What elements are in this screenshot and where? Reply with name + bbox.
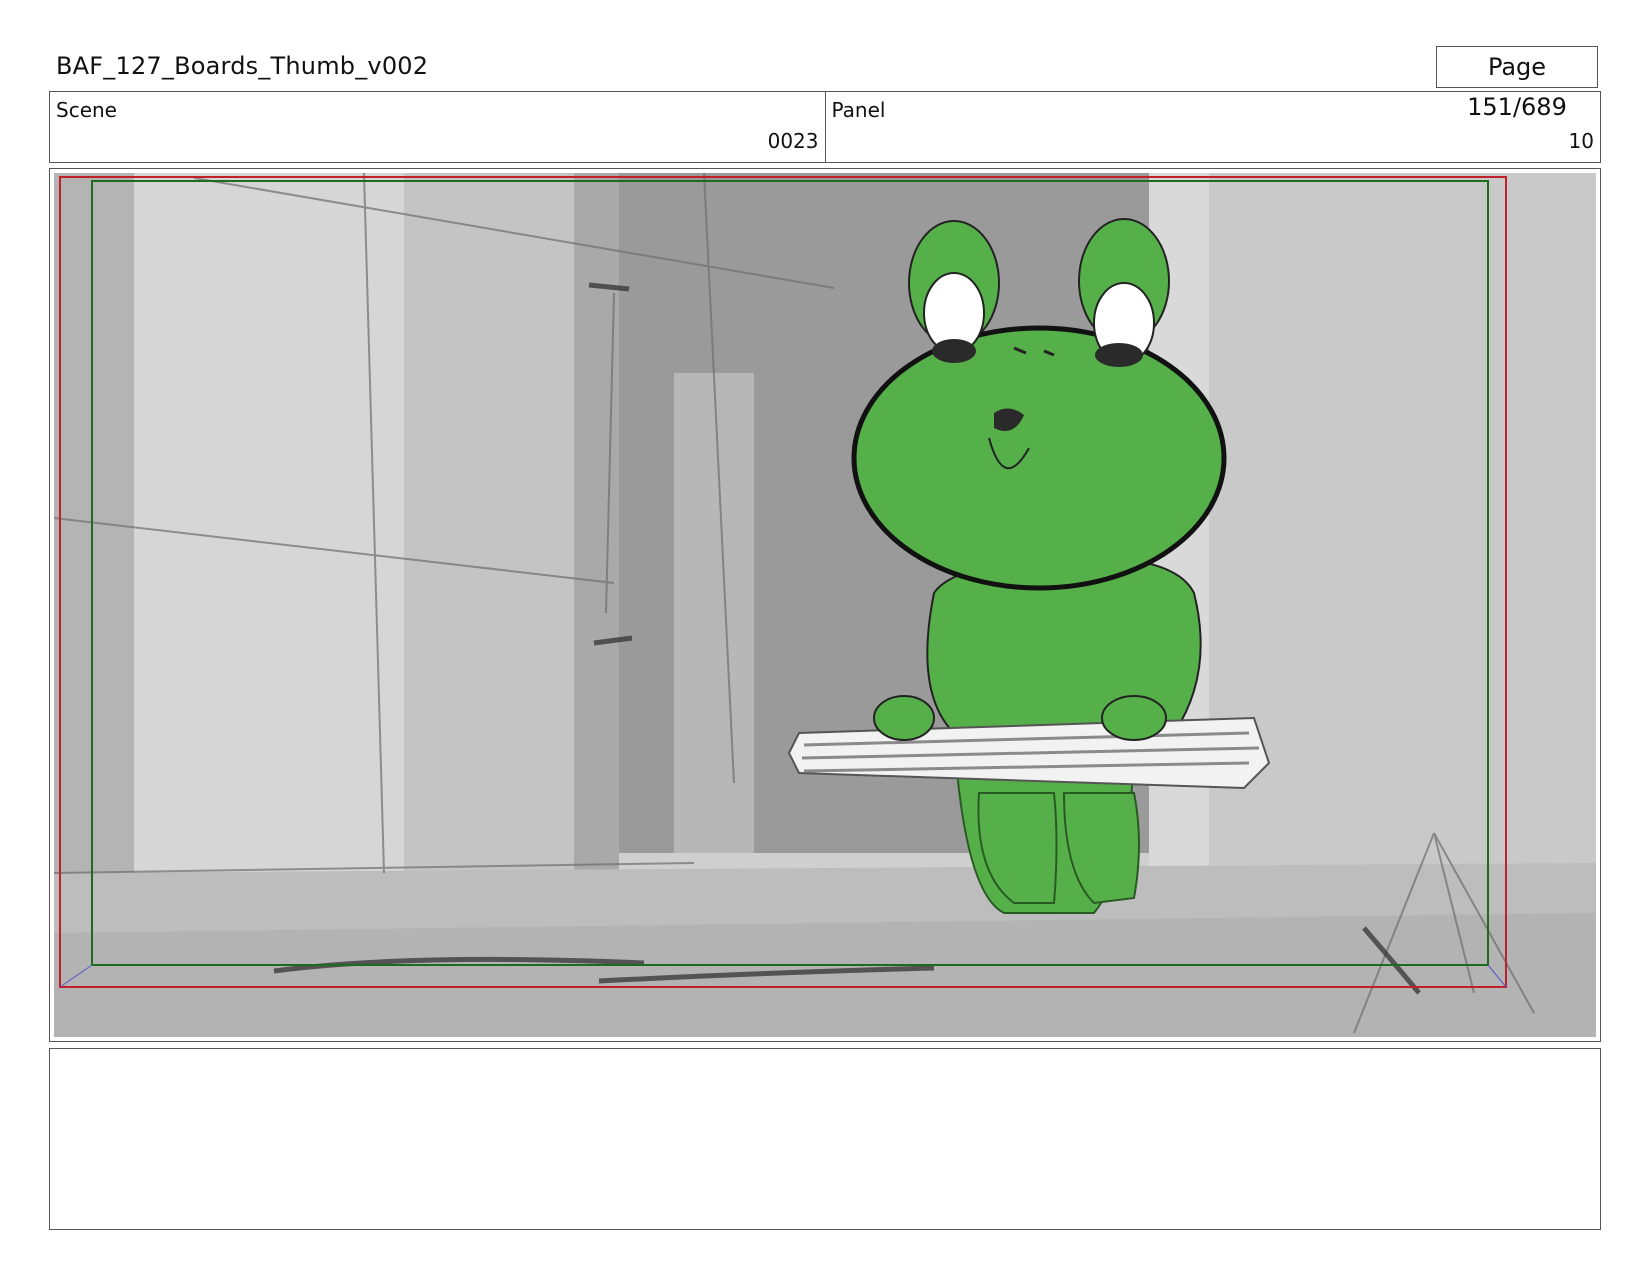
page-counter: Page 151/689	[1436, 46, 1598, 121]
storyboard-panel	[49, 168, 1601, 1042]
panel-notes	[49, 1048, 1601, 1230]
panel-label: Panel	[831, 98, 886, 122]
panel-cell: Panel 10	[824, 92, 1601, 162]
left-wall-edge	[54, 173, 134, 933]
right-wall	[1209, 173, 1596, 873]
panel-drawing	[54, 173, 1596, 1037]
scene-panel-info: Scene 0023 Panel 10	[49, 91, 1601, 163]
hallway-door	[674, 373, 754, 853]
scene-label: Scene	[56, 98, 117, 122]
panel-number: 10	[1568, 129, 1594, 153]
wall-segment	[404, 173, 574, 933]
scene-cell: Scene 0023	[50, 92, 825, 162]
document-title: BAF_127_Boards_Thumb_v002	[56, 52, 429, 80]
scene-number: 0023	[767, 129, 819, 153]
left-door-panel	[134, 173, 404, 943]
door-jamb	[574, 173, 619, 873]
